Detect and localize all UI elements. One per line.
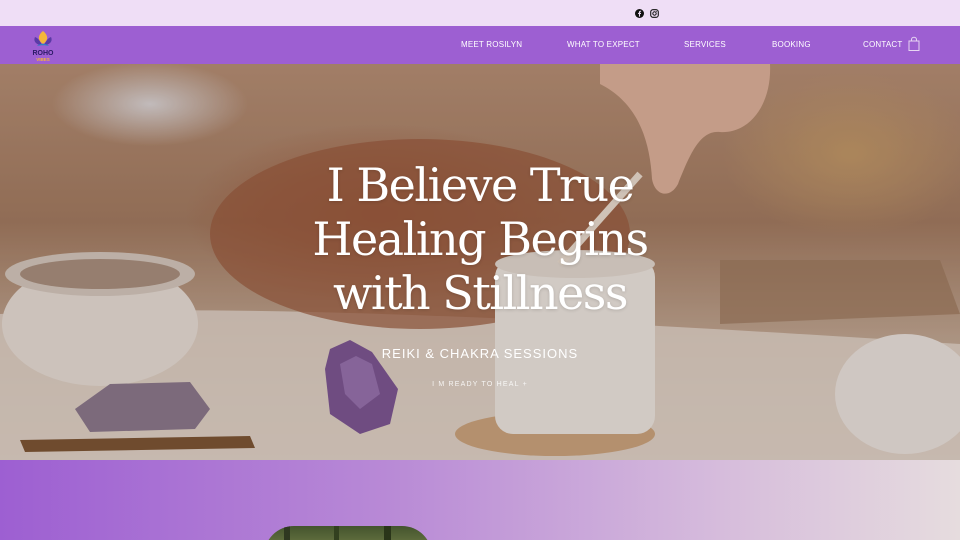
main-nav: ROHO VIBES MEET ROSILYN WHAT TO EXPECT S… — [0, 26, 960, 64]
hero-subtitle: REIKI & CHAKRA SESSIONS — [381, 346, 579, 361]
hero-headline-line: with Stillness — [332, 266, 629, 320]
nav-booking[interactable]: BOOKING — [772, 40, 811, 49]
nav-meet-rosilyn[interactable]: MEET ROSILYN — [461, 40, 522, 49]
logo-subtext: VIBES — [36, 57, 50, 62]
next-section — [0, 460, 960, 540]
hero-headline-line: Healing Begins — [312, 212, 649, 266]
nav-contact[interactable]: CONTACT — [863, 40, 902, 49]
roho-vibes-logo[interactable]: ROHO VIBES — [29, 28, 57, 62]
nav-what-to-expect[interactable]: WHAT TO EXPECT — [567, 40, 640, 49]
forest-photo — [264, 526, 432, 540]
nav-services[interactable]: SERVICES — [684, 40, 726, 49]
logo-text: ROHO — [33, 50, 55, 57]
hero-headline: I Believe True Healing Begins with Still… — [230, 158, 730, 320]
instagram-icon[interactable] — [649, 8, 660, 19]
facebook-icon[interactable] — [634, 8, 645, 19]
hero-section: I Believe True Healing Begins with Still… — [0, 64, 960, 460]
social-bar — [0, 0, 960, 26]
shopping-bag-icon[interactable] — [907, 36, 921, 52]
hero-headline-line: I Believe True — [326, 158, 635, 212]
hero-cta-link[interactable]: I M READY TO HEAL + — [420, 381, 540, 388]
